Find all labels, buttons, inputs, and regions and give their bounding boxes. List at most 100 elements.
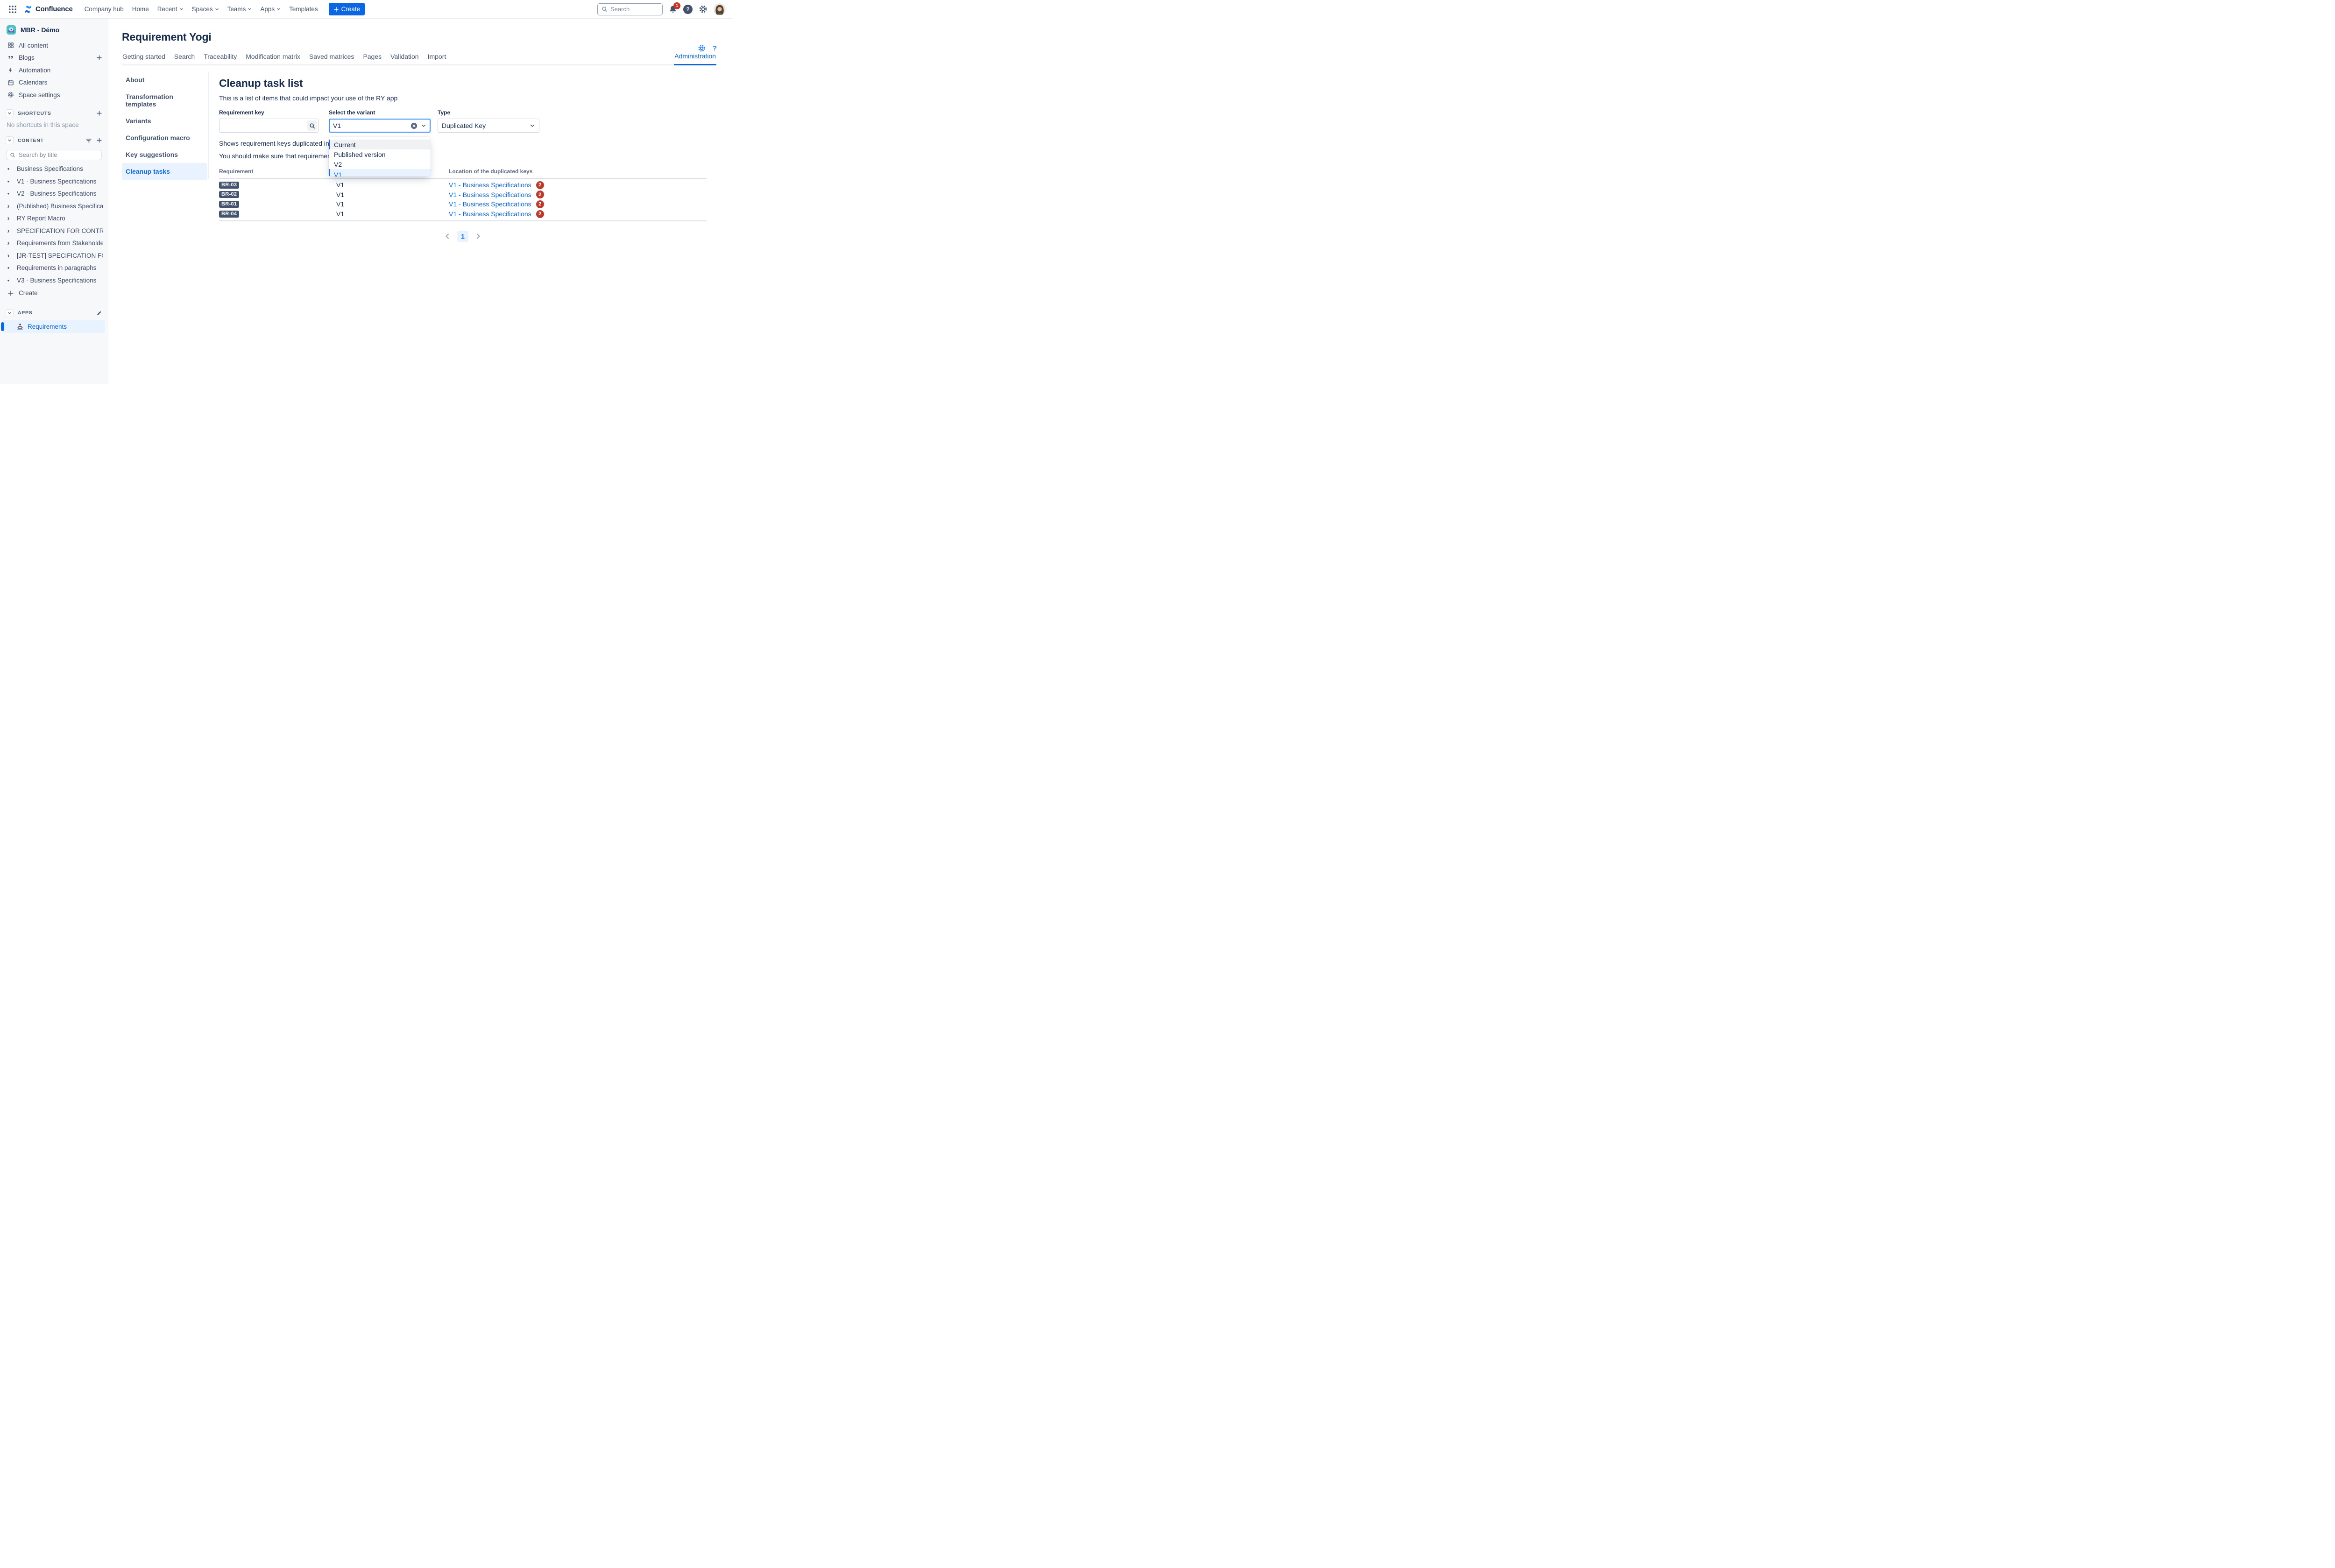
settings-button[interactable] xyxy=(699,5,708,14)
sidebar-item-label: Automation xyxy=(19,67,50,74)
option-v2[interactable]: V2 xyxy=(329,159,431,169)
add-blog-icon[interactable] xyxy=(96,55,102,61)
page-item[interactable]: ›RY Report Macro xyxy=(0,212,108,225)
add-shortcut-icon[interactable] xyxy=(96,110,102,116)
tab-import[interactable]: Import xyxy=(427,53,447,64)
location-link[interactable]: V1 - Business Specifications xyxy=(449,210,531,218)
chevron-right-icon[interactable]: › xyxy=(0,252,17,259)
subnav-about[interactable]: About xyxy=(122,71,207,88)
option-current[interactable]: Current xyxy=(329,140,431,149)
sidebar-item-space-settings[interactable]: Space settings xyxy=(0,89,108,101)
table-row: BR-02 V1 V1 - Business Specifications2 xyxy=(219,190,707,200)
variant-label: Select the variant xyxy=(329,109,431,116)
grid-icon xyxy=(7,42,14,49)
content-tree: •Business Specifications •V1 - Business … xyxy=(0,163,108,287)
nav-home[interactable]: Home xyxy=(129,3,152,15)
filter-icon[interactable] xyxy=(85,137,92,144)
option-published-version[interactable]: Published version xyxy=(329,149,431,159)
requirement-key-search-button[interactable] xyxy=(307,120,317,131)
tab-traceability[interactable]: Traceability xyxy=(203,53,237,64)
location-link[interactable]: V1 - Business Specifications xyxy=(449,200,531,208)
tab-search[interactable]: Search xyxy=(174,53,195,64)
sidebar-create-button[interactable]: Create xyxy=(0,287,108,300)
nav-spaces[interactable]: Spaces xyxy=(189,3,222,15)
requirement-key-input[interactable] xyxy=(219,119,318,132)
page-item[interactable]: •V3 - Business Specifications xyxy=(0,274,108,287)
shortcuts-collapse-button[interactable] xyxy=(6,109,14,117)
subnav-variants[interactable]: Variants xyxy=(122,113,207,129)
tab-saved-matrices[interactable]: Saved matrices xyxy=(309,53,354,64)
help-icon[interactable]: ? xyxy=(713,44,717,52)
page-item[interactable]: •V2 - Business Specifications xyxy=(0,188,108,200)
page-item[interactable]: ›Requirements from Stakeholders xyxy=(0,237,108,250)
variant-combobox[interactable]: V1 xyxy=(329,119,431,133)
nav-teams[interactable]: Teams xyxy=(224,3,255,15)
page-actions: ? xyxy=(698,44,717,52)
previous-page-icon[interactable] xyxy=(443,232,452,241)
variant-cell: V1 xyxy=(336,181,449,189)
nav-company-hub[interactable]: Company hub xyxy=(81,3,127,15)
chevron-down-icon xyxy=(215,7,219,11)
nav-templates[interactable]: Templates xyxy=(286,3,321,15)
tab-validation[interactable]: Validation xyxy=(390,53,419,64)
subnav-cleanup-tasks[interactable]: Cleanup tasks xyxy=(122,163,207,180)
location-link[interactable]: V1 - Business Specifications xyxy=(449,191,531,198)
user-avatar[interactable] xyxy=(714,3,726,15)
chevron-down-icon[interactable] xyxy=(421,123,426,128)
help-button[interactable]: ? xyxy=(683,5,693,14)
sidebar-item-requirements[interactable]: Requirements xyxy=(3,320,105,333)
admin-settings-gear-icon[interactable] xyxy=(698,44,706,52)
page-number-1[interactable]: 1 xyxy=(457,231,468,242)
notifications-button[interactable]: 1 xyxy=(669,5,677,14)
app-switcher-icon[interactable] xyxy=(7,3,19,15)
tab-getting-started[interactable]: Getting started xyxy=(122,53,166,64)
nav-apps[interactable]: Apps xyxy=(257,3,284,15)
add-content-icon[interactable] xyxy=(96,137,102,143)
global-search[interactable] xyxy=(597,3,663,15)
chevron-right-icon[interactable]: › xyxy=(0,227,17,234)
subnav-key-suggestions[interactable]: Key suggestions xyxy=(122,146,207,163)
space-header[interactable]: MBR - Démo xyxy=(0,23,108,39)
edit-apps-icon[interactable] xyxy=(96,310,102,316)
calendar-icon xyxy=(7,79,14,86)
page-item[interactable]: •V1 - Business Specifications xyxy=(0,175,108,188)
page-item[interactable]: ›SPECIFICATION FOR CONTROL AN… xyxy=(0,225,108,237)
page-item[interactable]: •Business Specifications xyxy=(0,163,108,176)
requirement-key-badge[interactable]: BR-03 xyxy=(219,182,239,189)
requirement-key-badge[interactable]: BR-01 xyxy=(219,201,239,208)
type-select[interactable]: Duplicated Key xyxy=(438,119,539,133)
content-label: CONTENT xyxy=(18,138,44,143)
content-search-input[interactable] xyxy=(19,151,98,158)
subnav-transformation-templates[interactable]: Transformation templates xyxy=(122,88,207,113)
create-button[interactable]: Create xyxy=(329,3,365,15)
confluence-logo[interactable]: Confluence xyxy=(23,5,73,14)
page-item[interactable]: ›[JR-TEST] SPECIFICATION FOR CO… xyxy=(0,249,108,262)
option-v1[interactable]: V1 xyxy=(329,169,431,177)
clear-icon[interactable] xyxy=(410,122,417,129)
apps-collapse-button[interactable] xyxy=(6,309,14,317)
sidebar-item-calendars[interactable]: Calendars xyxy=(0,77,108,89)
chevron-right-icon[interactable]: › xyxy=(0,215,17,222)
table-row: BR-04 V1 V1 - Business Specifications2 xyxy=(219,209,707,219)
global-search-input[interactable] xyxy=(610,6,658,13)
nav-recent[interactable]: Recent xyxy=(154,3,187,15)
page-item[interactable]: •Requirements in paragraphs xyxy=(0,262,108,275)
chevron-right-icon[interactable]: › xyxy=(0,203,17,210)
tab-pages[interactable]: Pages xyxy=(362,53,382,64)
type-label: Type xyxy=(438,109,539,116)
sidebar-item-blogs[interactable]: Blogs xyxy=(0,52,108,64)
requirement-key-badge[interactable]: BR-04 xyxy=(219,211,239,218)
sidebar-item-all-content[interactable]: All content xyxy=(0,39,108,52)
sidebar-item-automation[interactable]: Automation xyxy=(0,64,108,77)
location-link[interactable]: V1 - Business Specifications xyxy=(449,181,531,189)
subnav-configuration-macro[interactable]: Configuration macro xyxy=(122,129,207,146)
page-item[interactable]: ›(Published) Business Specifications xyxy=(0,200,108,212)
content-search[interactable] xyxy=(6,150,102,160)
requirement-key-badge[interactable]: BR-02 xyxy=(219,191,239,198)
tab-modification-matrix[interactable]: Modification matrix xyxy=(245,53,301,64)
next-page-icon[interactable] xyxy=(474,232,483,241)
tab-administration[interactable]: Administration xyxy=(674,52,716,65)
chevron-right-icon[interactable]: › xyxy=(0,240,17,247)
content-collapse-button[interactable] xyxy=(6,136,14,144)
apps-label: APPS xyxy=(18,310,32,316)
